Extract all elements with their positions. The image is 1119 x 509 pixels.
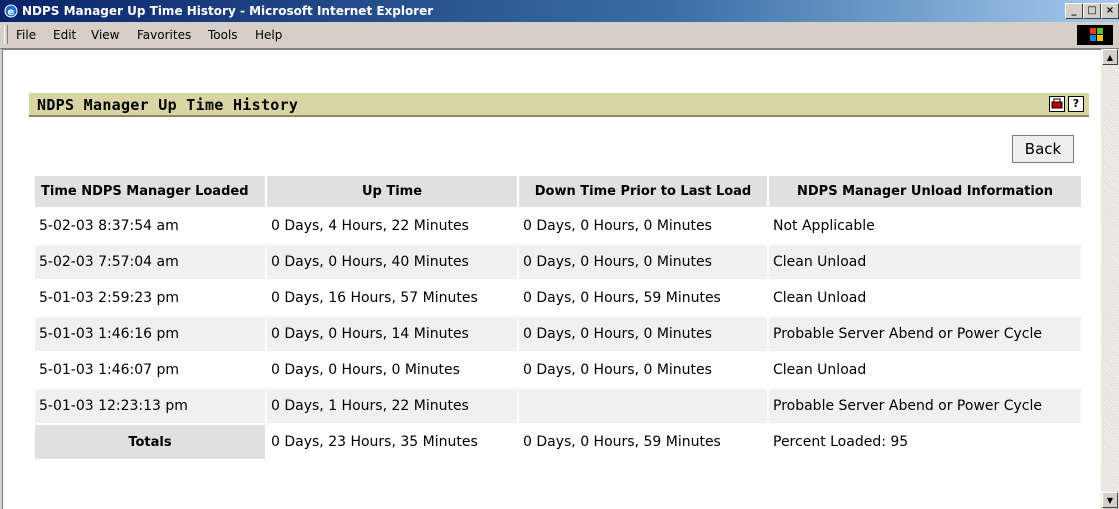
menu-file[interactable]: File [16, 28, 36, 42]
table-cell: Percent Loaded: 95 [773, 434, 909, 450]
column-header: NDPS Manager Unload Information [769, 176, 1081, 207]
table-row: 5-01-03 2:59:23 pm 0 Days, 16 Hours, 57 … [35, 281, 1081, 315]
menu-bar: File Edit View Favorites Tools Help [0, 22, 1119, 49]
table-cell: 0 Days, 23 Hours, 35 Minutes [271, 434, 478, 450]
menu-help[interactable]: Help [255, 28, 282, 42]
table-cell: 5-01-03 12:23:13 pm [35, 389, 265, 423]
page-title: NDPS Manager Up Time History [37, 96, 299, 114]
totals-row: Totals 0 Days, 23 Hours, 35 Minutes 0 Da… [35, 425, 1081, 459]
table-cell: Clean Unload [773, 290, 867, 306]
table-cell: 5-02-03 8:37:54 am [39, 218, 179, 234]
toolbar-grip[interactable] [4, 25, 8, 44]
uptime-history-table: Time NDPS Manager Loaded Up Time Down Ti… [33, 174, 1083, 461]
table-cell: 5-01-03 1:46:16 pm [35, 317, 265, 351]
table-row: 5-01-03 1:46:16 pm 0 Days, 0 Hours, 14 M… [35, 317, 1081, 351]
table-cell: 0 Days, 0 Hours, 40 Minutes [267, 245, 517, 279]
table-cell: 5-01-03 2:59:23 pm [39, 290, 180, 306]
table-cell: Clean Unload [773, 362, 867, 378]
table-cell: 0 Days, 0 Hours, 14 Minutes [267, 317, 517, 351]
totals-label: Totals [35, 425, 265, 459]
table-row: 5-01-03 12:23:13 pm 0 Days, 1 Hours, 22 … [35, 389, 1081, 423]
scroll-up-icon[interactable]: ▲ [1102, 49, 1118, 65]
table-row: 5-02-03 8:37:54 am 0 Days, 4 Hours, 22 M… [35, 209, 1081, 243]
svg-text:e: e [8, 7, 15, 18]
internet-explorer-icon: e [4, 4, 18, 18]
table-row: 5-01-03 1:46:07 pm 0 Days, 0 Hours, 0 Mi… [35, 353, 1081, 387]
table-cell: 0 Days, 0 Hours, 59 Minutes [523, 434, 721, 450]
table-cell: 0 Days, 0 Hours, 0 Minutes [523, 218, 712, 234]
table-row: 5-02-03 7:57:04 am 0 Days, 0 Hours, 40 M… [35, 245, 1081, 279]
table-cell [519, 389, 767, 423]
vertical-scrollbar[interactable]: ▲ ▼ [1101, 49, 1119, 508]
scroll-down-icon[interactable]: ▼ [1102, 492, 1118, 508]
printer-icon[interactable] [1049, 96, 1065, 112]
table-cell: 0 Days, 0 Hours, 0 Minutes [519, 317, 767, 351]
back-button[interactable]: Back [1012, 135, 1074, 163]
page-content: NDPS Manager Up Time History ? Back Time… [2, 49, 1101, 509]
minimize-button[interactable]: _ [1065, 3, 1083, 19]
table-cell: 0 Days, 0 Hours, 59 Minutes [523, 290, 721, 306]
column-header: Time NDPS Manager Loaded [35, 176, 265, 207]
page-header: NDPS Manager Up Time History ? [29, 93, 1089, 117]
column-header: Down Time Prior to Last Load [519, 176, 767, 207]
windows-logo-icon [1077, 25, 1113, 45]
table-cell: 0 Days, 16 Hours, 57 Minutes [271, 290, 478, 306]
table-cell: Probable Server Abend or Power Cycle [769, 317, 1081, 351]
table-header-row: Time NDPS Manager Loaded Up Time Down Ti… [35, 176, 1081, 207]
table-cell: 5-02-03 7:57:04 am [35, 245, 265, 279]
menu-tools[interactable]: Tools [208, 28, 238, 42]
table-cell: 0 Days, 0 Hours, 0 Minutes [271, 362, 460, 378]
window-title: NDPS Manager Up Time History - Microsoft… [22, 4, 434, 18]
help-icon[interactable]: ? [1068, 96, 1084, 112]
table-cell: 0 Days, 0 Hours, 0 Minutes [523, 362, 712, 378]
table-cell: Clean Unload [769, 245, 1081, 279]
table-cell: Probable Server Abend or Power Cycle [769, 389, 1081, 423]
menu-favorites[interactable]: Favorites [137, 28, 191, 42]
table-cell: 0 Days, 1 Hours, 22 Minutes [267, 389, 517, 423]
table-cell: Not Applicable [773, 218, 875, 234]
menu-view[interactable]: View [91, 28, 119, 42]
close-button[interactable]: × [1101, 3, 1119, 19]
column-header: Up Time [267, 176, 517, 207]
window-titlebar[interactable]: e NDPS Manager Up Time History - Microso… [0, 0, 1119, 22]
table-cell: 0 Days, 4 Hours, 22 Minutes [271, 218, 469, 234]
table-cell: 0 Days, 0 Hours, 0 Minutes [519, 245, 767, 279]
table-cell: 5-01-03 1:46:07 pm [39, 362, 180, 378]
menu-edit[interactable]: Edit [53, 28, 76, 42]
maximize-button[interactable]: □ [1083, 3, 1101, 19]
